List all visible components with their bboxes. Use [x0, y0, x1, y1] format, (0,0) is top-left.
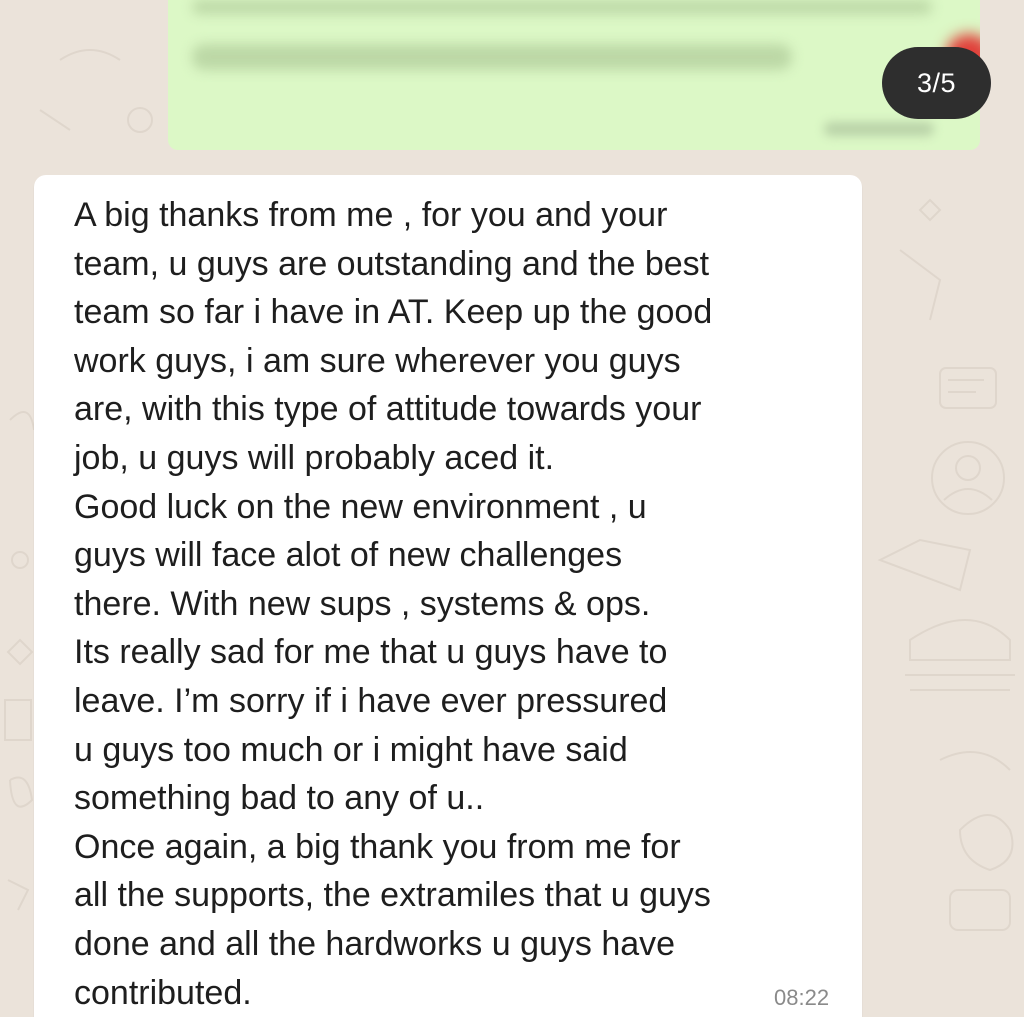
- message-line: done and all the hardworks u guys have: [74, 924, 676, 963]
- message-line: there. With new sups , systems & ops.: [74, 584, 651, 623]
- message-line: A big thanks from me , for you and your: [74, 196, 668, 234]
- image-counter-badge: 3/5: [882, 47, 991, 119]
- message-line: team so far i have in AT. Keep up the go…: [74, 293, 713, 332]
- message-line: work guys, i am sure wherever you guys: [74, 341, 681, 380]
- message-line: job, u guys will probably aced it.: [74, 438, 555, 477]
- message-line: Good luck on the new environment , u: [74, 487, 647, 526]
- message-line: something bad to any of u..: [74, 779, 485, 818]
- sent-message-bubble[interactable]: [168, 0, 980, 150]
- message-line: contributed.: [74, 973, 252, 1012]
- message-line: Its really sad for me that u guys have t…: [74, 633, 668, 672]
- blurred-message-time: [824, 122, 934, 136]
- message-line: leave. I’m sorry if i have ever pressure…: [74, 681, 668, 720]
- message-line: guys will face alot of new challenges: [74, 536, 623, 575]
- received-message-bubble[interactable]: A big thanks from me , for you and your …: [34, 175, 862, 1017]
- blurred-text-line: [192, 0, 932, 14]
- message-timestamp: 08:22: [774, 985, 830, 1010]
- message-text: A big thanks from me , for you and your …: [74, 191, 864, 1017]
- blurred-text-line: [192, 44, 792, 70]
- message-line: team, u guys are outstanding and the bes…: [74, 244, 710, 283]
- message-line: are, with this type of attitude towards …: [74, 390, 702, 429]
- message-line: all the supports, the extramiles that u …: [74, 876, 711, 915]
- message-line: Once again, a big thank you from me for: [74, 827, 681, 866]
- message-line: u guys too much or i might have said: [74, 730, 628, 769]
